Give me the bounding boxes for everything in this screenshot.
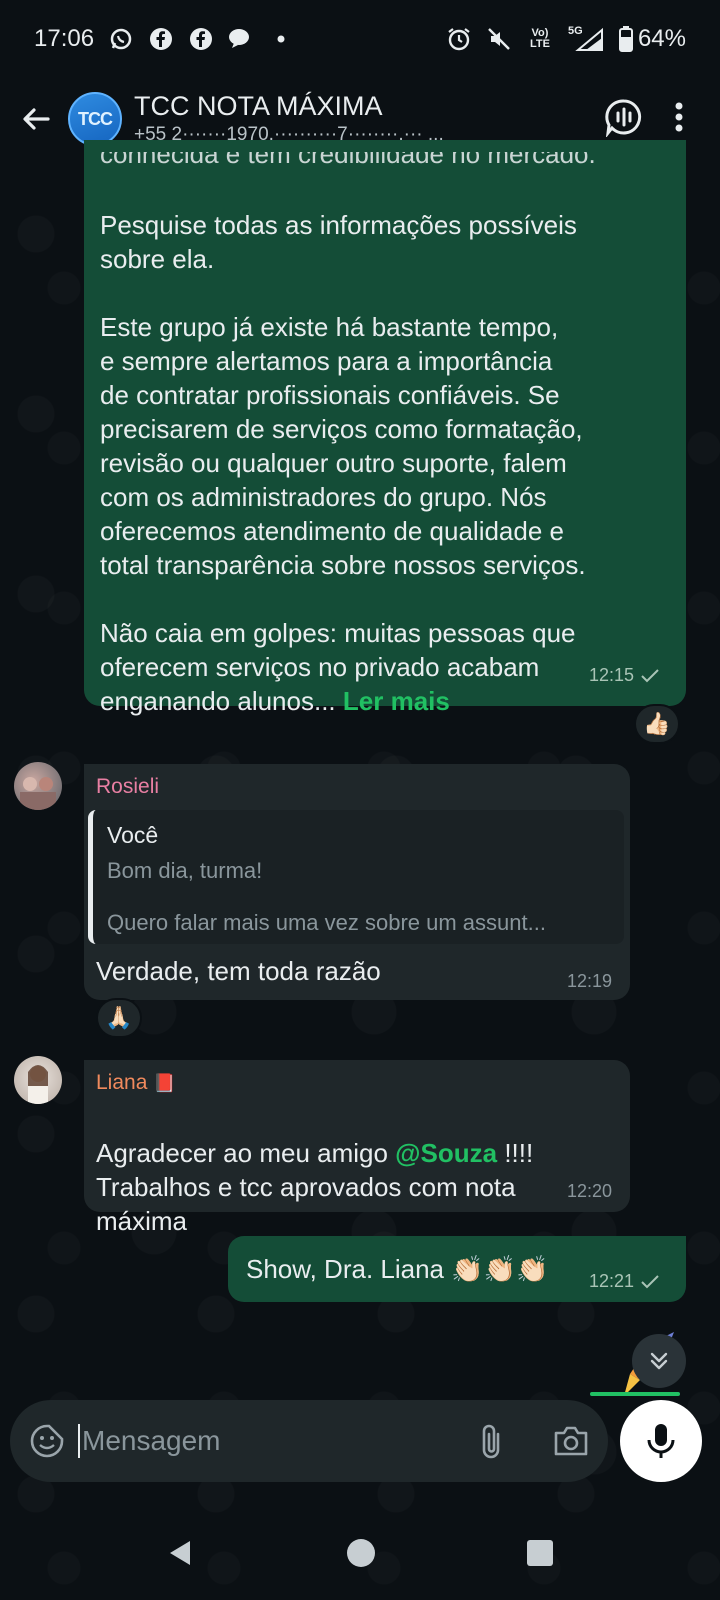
message-time: 12:19 <box>567 971 612 992</box>
paperclip-icon <box>482 1424 500 1459</box>
emoji-sticker-button[interactable] <box>28 1422 66 1460</box>
message-text: Pesquise todas as informações possíveis … <box>100 174 680 718</box>
message-reaction[interactable]: 👍🏻 <box>634 704 680 744</box>
triangle-back-icon <box>170 1540 190 1565</box>
microphone-icon <box>647 1424 675 1458</box>
back-arrow-icon <box>23 108 50 130</box>
circle-home-icon <box>347 1538 375 1567</box>
message-composer: Mensagem <box>10 1400 608 1482</box>
message-time: 12:20 <box>567 1181 612 1202</box>
time-label: 12:19 <box>566 971 612 991</box>
message-body-start: Agradecer ao meu amigo <box>96 1138 396 1168</box>
avatar-image <box>28 1065 48 1104</box>
new-message-indicator <box>590 1392 680 1396</box>
voice-chat-button[interactable] <box>604 97 644 142</box>
volte-icon: Vo) LTE <box>526 26 554 52</box>
double-chevron-down-icon <box>650 1352 668 1370</box>
whatsapp-chat-screen: 17:06 Vo) LTE 5G 64% TCC TCC NOTA MÁXIMA… <box>0 0 720 1600</box>
back-button[interactable] <box>6 89 66 149</box>
pray-emoji: 🙏🏻 <box>105 1005 133 1030</box>
message-cut-line: conhecida e tem credibilidade no mercado… <box>100 152 596 168</box>
whatsapp-icon <box>108 26 134 52</box>
status-bar: 17:06 Vo) LTE 5G 64% <box>0 0 720 78</box>
avatar-rosieli[interactable] <box>14 762 62 810</box>
sender-name-text: Liana <box>96 1071 148 1094</box>
message-text: Agradecer ao meu amigo @Souza !!!! Traba… <box>96 1102 616 1238</box>
thumbs-up-emoji: 👍🏻 <box>643 711 671 736</box>
quote-line-1: Bom dia, turma! <box>107 858 263 883</box>
nav-back-button[interactable] <box>166 1538 196 1573</box>
single-check-icon <box>641 668 659 682</box>
mute-icon <box>486 26 512 52</box>
quoted-message[interactable]: Você Bom dia, turma! Quero falar mais um… <box>88 810 624 944</box>
message-reaction[interactable]: 🙏🏻 <box>96 998 142 1038</box>
square-recents-icon <box>527 1539 553 1566</box>
camera-icon <box>554 1426 588 1456</box>
message-text: Verdade, tem toda razão <box>96 956 381 986</box>
message-outgoing-long[interactable]: conhecida e tem credibilidade no mercado… <box>84 140 686 716</box>
message-time: 12:15 <box>589 665 660 686</box>
battery-percent: 64% <box>637 25 686 52</box>
message-outgoing-short[interactable]: Show, Dra. Liana 👏🏻👏🏻👏🏻 12:21 <box>228 1236 686 1302</box>
quote-author: Você <box>107 822 159 848</box>
sender-badge-emoji: 📕 <box>153 1073 176 1093</box>
scroll-to-bottom-button[interactable] <box>632 1334 686 1388</box>
read-more-link[interactable]: Ler mais <box>343 686 450 716</box>
time-label: 12:20 <box>566 1181 612 1201</box>
more-vertical-icon <box>675 102 683 131</box>
avatar-image <box>20 777 56 810</box>
message-text: Show, Dra. Liana 👏🏻👏🏻👏🏻 <box>246 1254 549 1284</box>
sender-name: Rosieli <box>96 775 160 798</box>
camera-button[interactable] <box>552 1424 590 1463</box>
message-incoming-liana[interactable]: Liana 📕 Agradecer ao meu amigo @Souza !!… <box>84 1060 630 1236</box>
group-title: TCC NOTA MÁXIMA <box>134 91 383 121</box>
voice-chat-icon <box>605 98 642 138</box>
alarm-icon <box>446 26 472 52</box>
time-label: 12:21 <box>588 1271 634 1291</box>
network-5g-label: 5G <box>567 25 583 37</box>
time-label: 12:15 <box>588 665 634 685</box>
voice-message-button[interactable] <box>620 1400 702 1482</box>
status-time: 17:06 <box>34 25 95 52</box>
notification-dot-icon <box>268 26 294 52</box>
message-input[interactable]: Mensagem <box>78 1424 221 1458</box>
system-navigation-bar <box>0 1510 720 1600</box>
mention-link[interactable]: @Souza <box>395 1138 497 1168</box>
attach-button[interactable] <box>478 1422 504 1465</box>
message-body: Pesquise todas as informações possíveis … <box>100 210 586 716</box>
quote-line-2: Quero falar mais uma vez sobre um assunt… <box>107 910 546 935</box>
group-avatar[interactable]: TCC <box>68 92 122 146</box>
single-check-icon <box>641 1274 659 1288</box>
more-options-button[interactable] <box>674 101 684 138</box>
sender-name: Liana 📕 <box>96 1070 176 1096</box>
message-incoming-rosieli[interactable]: Rosieli Você Bom dia, turma! Quero falar… <box>84 764 630 1000</box>
signal-5g-icon: 5G <box>568 26 604 52</box>
avatar-liana[interactable] <box>14 1056 62 1104</box>
facebook-icon <box>148 26 174 52</box>
battery-icon <box>618 26 634 52</box>
sticker-icon <box>30 1424 64 1458</box>
facebook-icon <box>188 26 214 52</box>
nav-home-button[interactable] <box>346 1538 376 1573</box>
message-time: 12:21 <box>589 1271 660 1292</box>
nav-recents-button[interactable] <box>526 1539 554 1572</box>
chat-bubbles-icon <box>228 26 254 52</box>
volte-label-bottom: LTE <box>529 38 550 50</box>
